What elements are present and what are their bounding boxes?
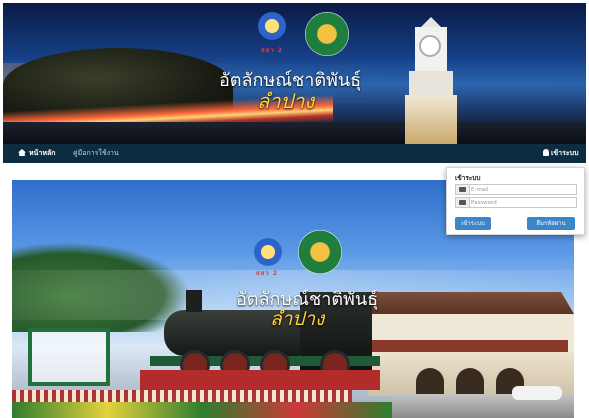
login-dropdown: เข้าระบบ เข้าระบบ ลืมรหัสผ่าน [446, 167, 585, 235]
nav-manual-link[interactable]: คู่มือการใช้งาน [73, 144, 119, 163]
nav-login-label: เข้าระบบ [551, 149, 579, 157]
clock-tower-image [405, 17, 457, 144]
hero-agency-logo [250, 238, 286, 266]
hero-province-seal-logo [298, 230, 342, 274]
car [512, 386, 562, 400]
hero-agency-logo-text: สสว 2 [256, 270, 278, 277]
nav-home-link[interactable]: หน้าหลัก [18, 144, 55, 163]
envelope-icon [456, 185, 470, 194]
province-seal-logo [305, 12, 349, 56]
agency-logo-text: สสว 2 [261, 47, 283, 54]
banner-cityscape [3, 122, 586, 144]
login-title: เข้าระบบ [455, 174, 481, 182]
email-field-wrapper [455, 184, 577, 195]
lock-icon [456, 198, 470, 207]
site-subtitle: ลำปาง [257, 89, 315, 113]
station-arch [456, 368, 484, 394]
forgot-password-button[interactable]: ลืมรหัสผ่าน [527, 217, 575, 230]
station-sign [28, 328, 110, 386]
home-icon [18, 149, 26, 156]
user-icon [543, 149, 549, 156]
header-banner: สสว 2 อัตลักษณ์ชาติพันธุ์ ลำปาง [3, 3, 586, 144]
station-arch [416, 368, 444, 394]
hero-subtitle: ลำปาง [270, 308, 325, 330]
station-roof [360, 292, 574, 314]
main-navbar: หน้าหลัก คู่มือการใช้งาน เข้าระบบ [3, 144, 586, 163]
fence [12, 390, 352, 402]
password-field-wrapper [455, 197, 577, 208]
agency-logo [254, 12, 290, 40]
password-input[interactable] [471, 198, 571, 207]
nav-login-link[interactable]: เข้าระบบ [543, 144, 579, 163]
flower-garden [12, 402, 392, 418]
station-awning [372, 340, 568, 352]
email-input[interactable] [471, 185, 571, 194]
clock-icon [419, 35, 441, 57]
login-button[interactable]: เข้าระบบ [455, 217, 491, 230]
nav-home-label: หน้าหลัก [29, 149, 56, 157]
